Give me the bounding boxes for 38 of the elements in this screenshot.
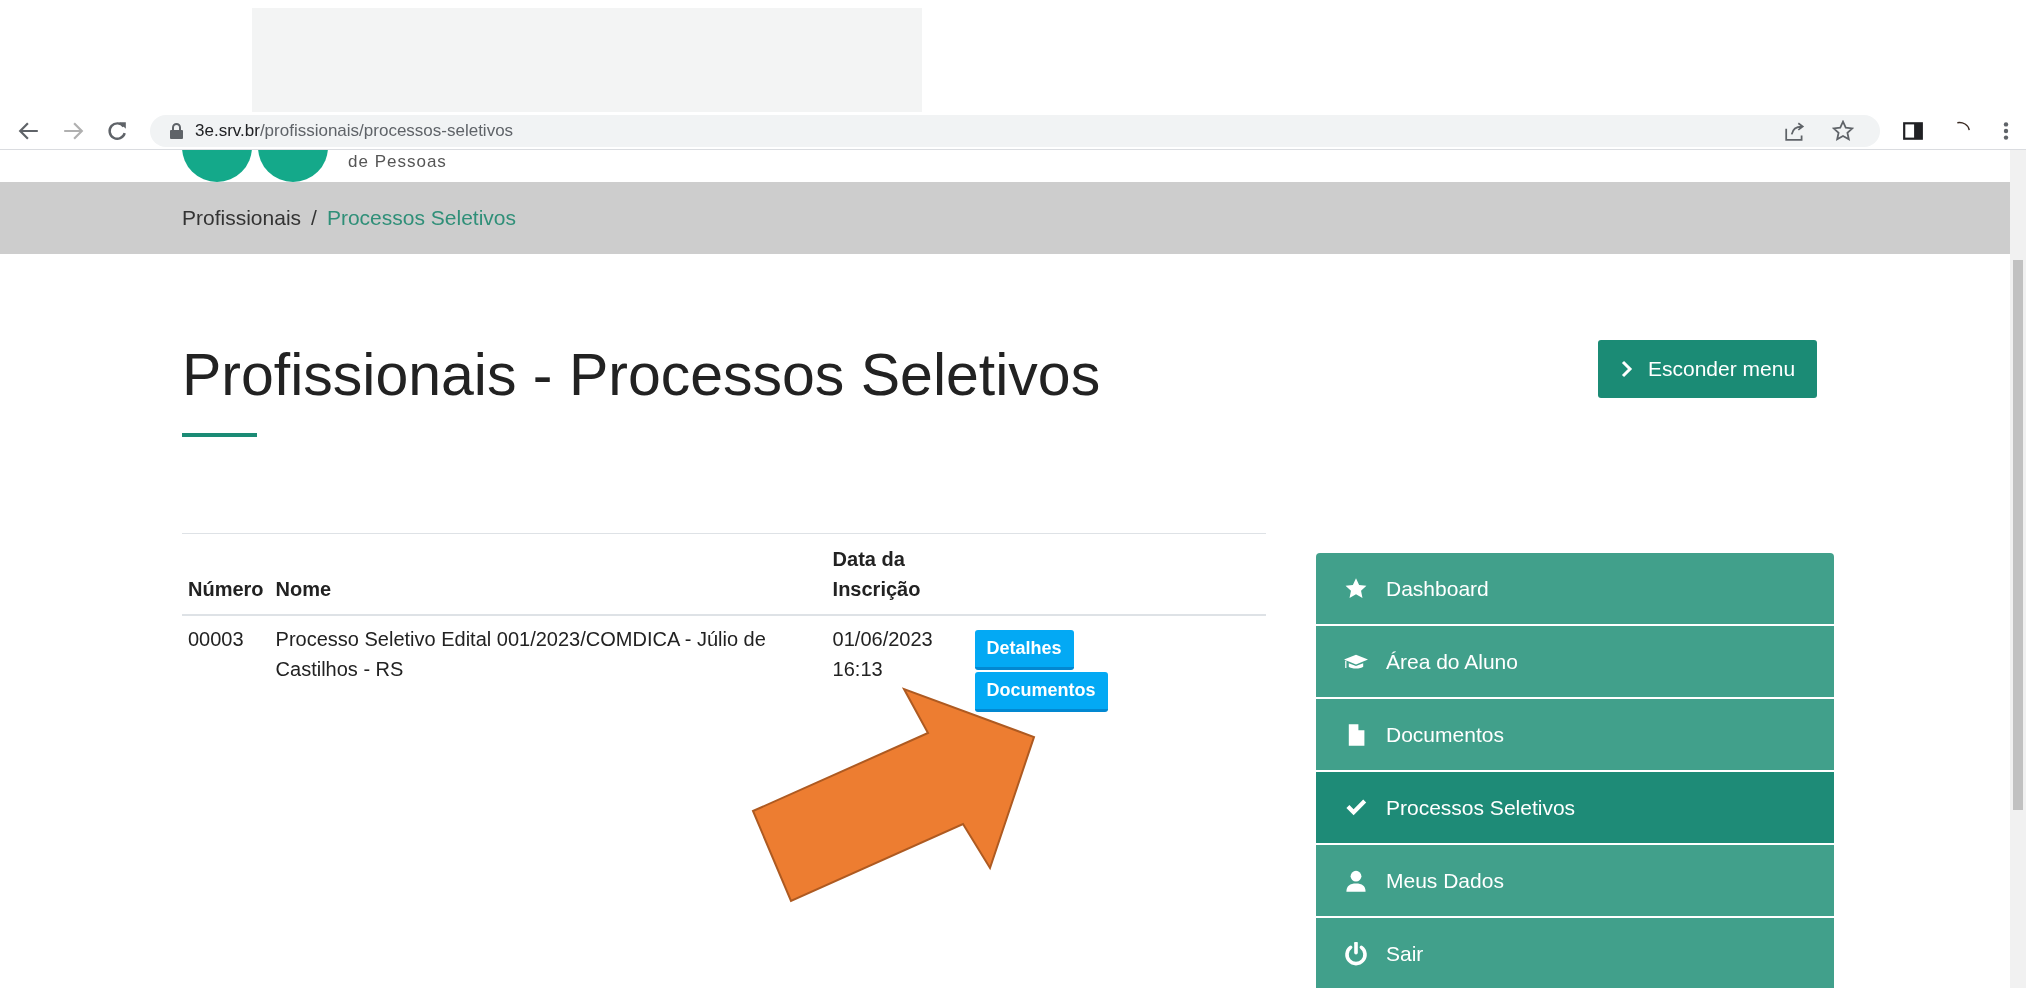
sidebar-label: Meus Dados	[1386, 868, 1504, 893]
page-title: Profissionais - Processos Seletivos	[182, 341, 1102, 410]
hide-menu-button[interactable]: Esconder menu	[1598, 340, 1818, 398]
lock-icon	[170, 122, 183, 139]
action-button[interactable]: Detalhes	[974, 629, 1074, 670]
table-cell: Processo Seletivo Edital 001/2023/COMDICA - Júlio de Castilhos - RS	[269, 614, 827, 720]
sidebar-item[interactable]: Área do Aluno	[1316, 626, 1834, 697]
column-header: Data da Inscrição	[826, 533, 969, 615]
sidebar-item[interactable]: Processos Seletivos	[1316, 772, 1834, 843]
logo-tagline: de Pessoas	[348, 152, 447, 172]
table-cell: 00003	[182, 614, 270, 720]
sidebar-label: Sair	[1386, 941, 1424, 966]
sidebar-item[interactable]: Dashboard	[1316, 553, 1834, 624]
breadcrumb-link[interactable]: Profissionais	[182, 206, 302, 230]
sidebar-item[interactable]: Sair	[1316, 918, 1834, 988]
sidebar-label: Dashboard	[1386, 576, 1489, 601]
address-bar[interactable]: 3e.srv.br/profissionais/processos-seletivos	[150, 114, 1880, 147]
power-icon	[1344, 941, 1368, 966]
column-header: Número	[182, 533, 270, 615]
sidebar-label: Área do Aluno	[1386, 649, 1518, 674]
action-button[interactable]: Documentos	[974, 671, 1108, 712]
sidebar-item[interactable]: Meus Dados	[1316, 845, 1834, 916]
menu-icon[interactable]	[2002, 119, 2010, 142]
url-text: 3e.srv.br/profissionais/processos-seletivos	[195, 120, 514, 141]
sidebar-label: Processos Seletivos	[1386, 795, 1576, 820]
chevron-icon	[1620, 360, 1634, 378]
scrollbar[interactable]	[2010, 150, 2026, 988]
reload-icon[interactable]	[106, 119, 128, 142]
breadcrumb-separator: /	[311, 206, 317, 230]
breadcrumb-link[interactable]: Processos Seletivos	[326, 206, 516, 230]
sidebar-label: Documentos	[1386, 722, 1504, 747]
column-header: Nome	[269, 533, 827, 615]
side-panel-icon[interactable]	[1902, 119, 1924, 142]
table-cell: 01/06/2023 16:13	[826, 614, 969, 720]
scrollbar-thumb[interactable]	[2013, 260, 2023, 810]
star-icon[interactable]	[1832, 119, 1854, 142]
sidebar-item[interactable]: Documentos	[1316, 699, 1834, 770]
user-icon	[1344, 868, 1368, 893]
